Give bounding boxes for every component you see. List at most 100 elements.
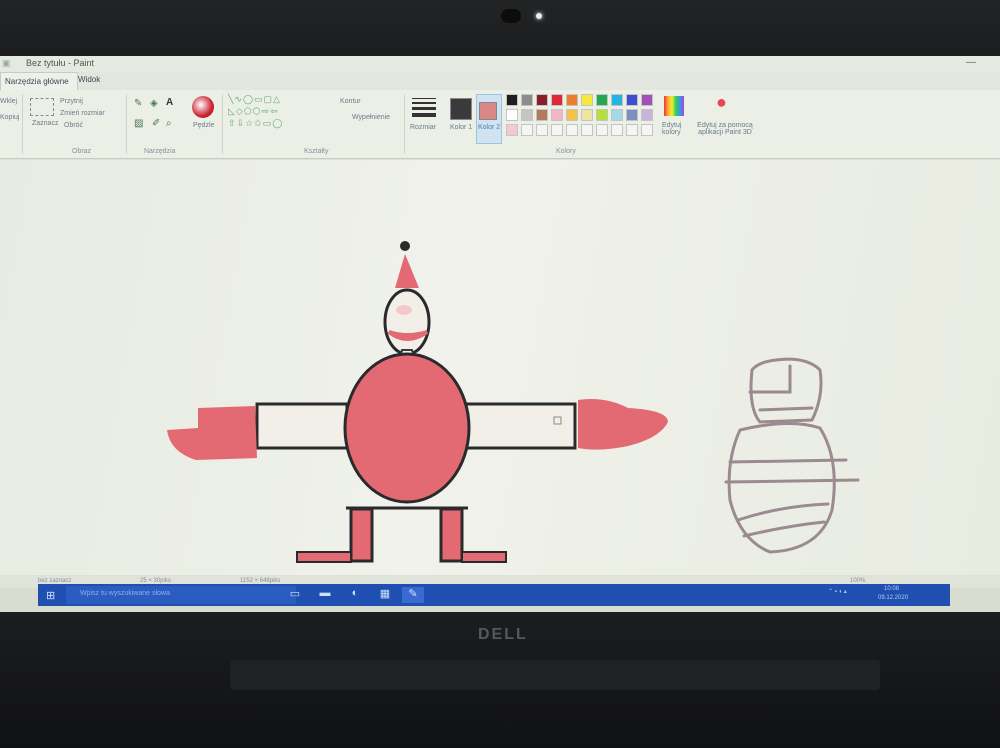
file-explorer-icon[interactable]: ▬ — [314, 587, 336, 603]
fill-button[interactable]: Wypełnienie — [352, 114, 390, 121]
palette-swatch[interactable] — [641, 124, 653, 136]
drawing — [167, 241, 860, 563]
screen: ▣ Bez tytułu - Paint — Narzędzia główne … — [0, 56, 1000, 612]
left-mitten — [167, 406, 257, 460]
eraser-icon[interactable]: ▨ — [134, 118, 143, 129]
palette-swatch[interactable] — [581, 94, 593, 106]
clock-date[interactable]: 09.12.2020 — [878, 595, 908, 601]
outline-button[interactable]: Kontur — [340, 98, 361, 105]
fill-icon[interactable]: ◈ — [150, 98, 158, 109]
laptop-bezel-top — [0, 0, 1000, 56]
palette-swatch[interactable] — [551, 94, 563, 106]
task-view-icon[interactable]: ▭ — [284, 587, 306, 603]
paste-button[interactable]: Wklej — [0, 98, 17, 105]
color2-label[interactable]: Kolor 2 — [478, 124, 500, 131]
palette-swatch[interactable] — [506, 124, 518, 136]
select-button[interactable]: Zaznacz — [32, 120, 58, 127]
color-picker-icon[interactable]: ✐ — [152, 118, 160, 129]
shapes-row-1[interactable]: ╲∿◯▭▢△ — [228, 94, 281, 105]
palette-swatch[interactable] — [536, 94, 548, 106]
palette-swatch[interactable] — [506, 109, 518, 121]
palette-swatch[interactable] — [566, 94, 578, 106]
divider — [404, 94, 405, 154]
shapes-row-2[interactable]: ◺◇⬠⬡⇨⇦ — [228, 106, 279, 117]
laptop-hinge — [230, 660, 880, 690]
palette-swatch[interactable] — [596, 109, 608, 121]
palette-swatch[interactable] — [611, 94, 623, 106]
left-boot — [296, 551, 352, 563]
divider — [126, 94, 127, 154]
taskbar-search[interactable]: Wpisz tu wyszukiwane słowa — [66, 586, 296, 604]
palette-swatch[interactable] — [626, 124, 638, 136]
copy-button[interactable]: Kopiuj — [0, 114, 19, 121]
palette-swatch[interactable] — [506, 94, 518, 106]
brushes-button[interactable]: Pędzle — [193, 122, 214, 129]
search-placeholder: Wpisz tu wyszukiwane słowa — [80, 590, 170, 597]
palette-swatch[interactable] — [551, 109, 563, 121]
palette-swatch[interactable] — [641, 109, 653, 121]
palette-swatch[interactable] — [536, 124, 548, 136]
cheek — [396, 305, 412, 315]
clock-time[interactable]: 10:08 — [884, 586, 899, 592]
pencil-icon[interactable]: ✎ — [134, 98, 142, 109]
edit-colors-button[interactable]: Edytuj kolory — [662, 122, 688, 136]
tab-view[interactable]: Widok — [78, 75, 100, 84]
palette-swatch[interactable] — [521, 124, 533, 136]
palette-swatch[interactable] — [521, 94, 533, 106]
palette-swatch[interactable] — [566, 124, 578, 136]
text-icon[interactable]: A — [166, 97, 173, 108]
divider — [222, 94, 223, 154]
color1-label[interactable]: Kolor 1 — [450, 124, 472, 131]
palette-swatch[interactable] — [596, 124, 608, 136]
palette-swatch[interactable] — [566, 109, 578, 121]
head — [383, 288, 431, 356]
palette-swatch[interactable] — [581, 124, 593, 136]
palette-swatch[interactable] — [596, 94, 608, 106]
paint-taskbar-icon[interactable]: ✎ — [402, 587, 424, 603]
tray-icons[interactable]: ⌃ ▪ ◖ ▴ — [828, 588, 847, 595]
magnifier-icon[interactable]: ⌕ — [166, 118, 172, 129]
left-leg — [349, 507, 374, 563]
resize-button[interactable]: Zmień rozmiar — [60, 110, 105, 117]
right-leg — [439, 507, 464, 563]
windows-start-icon[interactable]: ⊞ — [46, 589, 55, 602]
webcam-light — [536, 13, 542, 19]
brushes-icon[interactable] — [192, 96, 214, 118]
palette-swatch[interactable] — [611, 109, 623, 121]
divider — [22, 94, 23, 154]
ribbon: Wklej Kopiuj Zaznacz Przytnij Zmień rozm… — [0, 90, 1000, 159]
edge-icon[interactable]: ◐ — [344, 587, 366, 603]
palette-swatch[interactable] — [551, 124, 563, 136]
quick-access-icon[interactable]: ▣ — [2, 58, 16, 69]
crop-button[interactable]: Przytnij — [60, 98, 83, 105]
tab-home[interactable]: Narzędzia główne — [0, 72, 78, 90]
palette-swatch[interactable] — [536, 109, 548, 121]
shapes-row-3[interactable]: ⇧⇩☆✩▭◯ — [228, 118, 283, 129]
palette-swatch[interactable] — [581, 109, 593, 121]
color2-swatch[interactable] — [479, 102, 497, 120]
color1-swatch[interactable] — [450, 98, 472, 120]
paint3d-button[interactable]: Edytuj za pomocą aplikacji Paint 3D — [694, 122, 756, 136]
palette-swatch[interactable] — [521, 109, 533, 121]
store-icon[interactable]: ▦ — [374, 587, 396, 603]
window-title: Bez tytułu - Paint — [26, 58, 95, 68]
palette-swatch[interactable] — [626, 94, 638, 106]
taskbar: ⊞ Wpisz tu wyszukiwane słowa ▭ ▬ ◐ ▦ ✎ ⌃… — [38, 584, 950, 606]
minimize-button[interactable]: — — [966, 57, 976, 68]
size-button[interactable]: Rozmiar — [410, 124, 436, 131]
ribbon-tabs: Narzędzia główne Widok — [0, 72, 1000, 90]
edit-colors-icon[interactable] — [664, 96, 684, 116]
hat — [395, 254, 419, 288]
group-tools-label: Narzędzia — [144, 148, 176, 155]
left-arm — [255, 402, 349, 450]
select-icon[interactable] — [30, 98, 54, 116]
webcam — [501, 9, 521, 23]
rotate-button[interactable]: Obróć — [64, 122, 83, 129]
palette-swatch[interactable] — [641, 94, 653, 106]
palette-swatch[interactable] — [626, 109, 638, 121]
palette-swatch[interactable] — [611, 124, 623, 136]
size-icon[interactable] — [412, 98, 436, 117]
paint3d-icon[interactable]: ● — [716, 92, 727, 113]
right-boot — [461, 551, 507, 563]
drawing-canvas[interactable] — [0, 160, 1000, 575]
